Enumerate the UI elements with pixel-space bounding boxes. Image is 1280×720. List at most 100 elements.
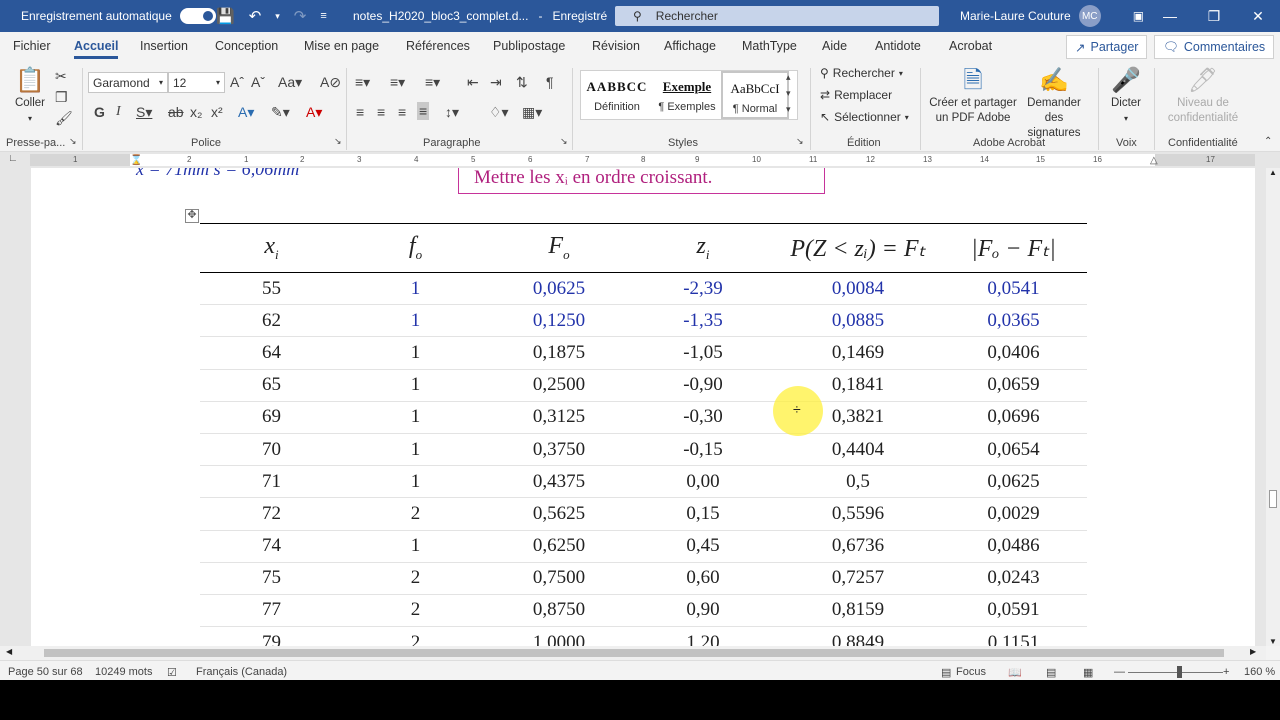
autosave-toggle[interactable] [179,8,216,24]
zoom-level[interactable]: 160 % [1244,666,1275,678]
table-cell[interactable]: -1,35 [630,304,776,338]
dialog-launcher-icon[interactable]: ↘ [560,136,568,147]
table-cell[interactable]: 77 [200,594,343,628]
horizontal-scrollbar[interactable]: ◀ ▶ [0,646,1266,660]
document-page[interactable]: x̄ = 71mm s = 6,06mm Mettre les xᵢ en or… [31,168,1255,646]
zoom-slider-thumb[interactable] [1177,666,1182,678]
table-cell[interactable]: 0,90 [630,594,776,628]
numbering-icon[interactable]: ≡▾ [390,74,405,91]
create-pdf-button[interactable]: 🗎 Créer et partager un PDF Adobe [926,66,1020,126]
tab-publipostage[interactable]: Publipostage [493,39,565,53]
share-button[interactable]: ↗ Partager [1066,35,1148,59]
table-cell[interactable]: 1 [343,530,488,563]
table-cell[interactable]: 0,60 [630,562,776,595]
ribbon-display-icon[interactable]: ▣ [1133,9,1144,23]
autosave[interactable]: Enregistrement automatique [21,0,216,32]
tab-acrobat[interactable]: Acrobat [949,39,992,53]
clear-formatting-icon[interactable]: A⊘ [320,74,341,91]
chevron-down-icon[interactable]: ▾ [786,88,791,99]
table-cell[interactable]: 0,3125 [488,401,630,434]
copy-icon[interactable]: ❐ [55,89,68,106]
table-cell[interactable]: 71 [200,465,343,499]
table-cell[interactable]: 0,8750 [488,594,630,628]
strikethrough-icon[interactable]: ab [168,104,184,120]
table-cell[interactable]: 1 [343,304,488,338]
table-cell[interactable]: 0,4404 [776,433,940,467]
table-cell[interactable]: 0,6736 [776,530,940,563]
table-cell[interactable]: 0,6250 [488,530,630,563]
search-box[interactable]: ⚲ Rechercher [615,6,939,26]
document-area[interactable]: x̄ = 71mm s = 6,06mm Mettre les xᵢ en or… [0,168,1266,646]
table-cell[interactable]: 72 [200,497,343,531]
table-cell[interactable]: 0,45 [630,530,776,563]
zoom-in-icon[interactable]: + [1223,666,1229,678]
align-right-icon[interactable]: ≡ [398,104,406,120]
chevron-up-icon[interactable]: ▴ [786,72,791,83]
table-cell[interactable]: 79 [200,626,343,646]
table-cell[interactable]: 64 [200,336,343,370]
tab-mathtype[interactable]: MathType [742,39,797,53]
increase-indent-icon[interactable]: ⇥ [490,74,502,91]
table-cell[interactable]: -0,30 [630,401,776,434]
grow-font-icon[interactable]: Aˆ [230,74,244,90]
table-cell[interactable]: 0,4375 [488,465,630,499]
print-layout-icon[interactable]: ▤ [1046,666,1056,679]
line-spacing-icon[interactable]: ↕▾ [445,104,459,121]
minimize-icon[interactable]: — [1148,8,1192,24]
tab-conception[interactable]: Conception [215,39,278,53]
table-cell[interactable]: 1,0000 [488,626,630,646]
table-cell[interactable]: 65 [200,369,343,402]
multilevel-list-icon[interactable]: ≡▾ [425,74,440,91]
cut-icon[interactable]: ✂ [55,68,67,85]
change-case-icon[interactable]: Aa▾ [278,74,302,91]
table-cell[interactable]: 1 [343,433,488,467]
table-cell[interactable]: 0,15 [630,497,776,531]
highlight-icon[interactable]: ✎▾ [271,104,290,121]
vertical-scrollbar[interactable]: ▲ ▼ [1266,168,1280,646]
table-cell[interactable]: 0,0654 [940,433,1087,467]
align-center-icon[interactable]: ≡ [377,104,385,120]
underline-icon[interactable]: S▾ [136,104,152,121]
shrink-font-icon[interactable]: Aˇ [251,74,265,90]
sort-icon[interactable]: ⇅ [516,74,528,91]
close-icon[interactable]: ✕ [1236,8,1280,25]
right-indent-marker-icon[interactable]: △ [1150,155,1158,166]
shading-icon[interactable]: ♢▾ [489,104,509,121]
table-cell[interactable]: 0,0084 [776,272,940,306]
tab-mise-en-page[interactable]: Mise en page [304,39,379,53]
save-icon[interactable]: 💾 [216,7,235,25]
find-button[interactable]: ⚲ Rechercher ▾ [820,66,903,80]
vertical-scroll-thumb[interactable] [1269,490,1277,508]
paste-button[interactable]: 📋 Coller ▾ [12,66,48,126]
table-cell[interactable]: 0,1469 [776,336,940,370]
table-cell[interactable]: 0,0029 [940,497,1087,531]
style-normal[interactable]: AaBbCcI ¶ Normal [721,71,789,119]
more-styles-icon[interactable]: ▾ [786,104,791,115]
superscript-icon[interactable]: x² [211,104,223,120]
horizontal-scroll-thumb[interactable] [44,649,1224,657]
table-cell[interactable]: 1 [343,272,488,306]
table-cell[interactable]: 0,0885 [776,304,940,338]
borders-icon[interactable]: ▦▾ [522,104,542,121]
table-cell[interactable]: 0,1151 [940,626,1087,646]
scroll-left-icon[interactable]: ◀ [6,647,12,656]
table-cell[interactable]: 2 [343,562,488,595]
chevron-down-icon[interactable]: ▾ [275,11,280,22]
table-cell[interactable]: 0,0486 [940,530,1087,563]
table-cell[interactable]: 0,1250 [488,304,630,338]
font-size-combo[interactable]: 12 ▾ [168,72,225,93]
table-cell[interactable]: 0,8159 [776,594,940,628]
table-cell[interactable]: 0,8849 [776,626,940,646]
request-signatures-button[interactable]: ✍ Demander des signatures [1018,66,1090,141]
user-account[interactable]: Marie-Laure Couture MC ▣ [960,0,1144,32]
language[interactable]: Français (Canada) [196,666,287,678]
avatar[interactable]: MC [1078,5,1101,27]
horizontal-ruler[interactable]: ∟ 1 ⌛ 2 1 2 3 4 5 6 7 8 9 10 11 12 13 14… [0,152,1280,168]
table-cell[interactable]: 0,0406 [940,336,1087,370]
zoom-out-icon[interactable]: — [1114,666,1125,678]
decrease-indent-icon[interactable]: ⇤ [467,74,479,91]
italic-icon[interactable]: I [116,104,121,120]
table-cell[interactable]: 0,5 [776,465,940,499]
tab-affichage[interactable]: Affichage [664,39,716,53]
document-title[interactable]: notes_H2020_bloc3_complet.d... - Enregis… [353,0,622,32]
